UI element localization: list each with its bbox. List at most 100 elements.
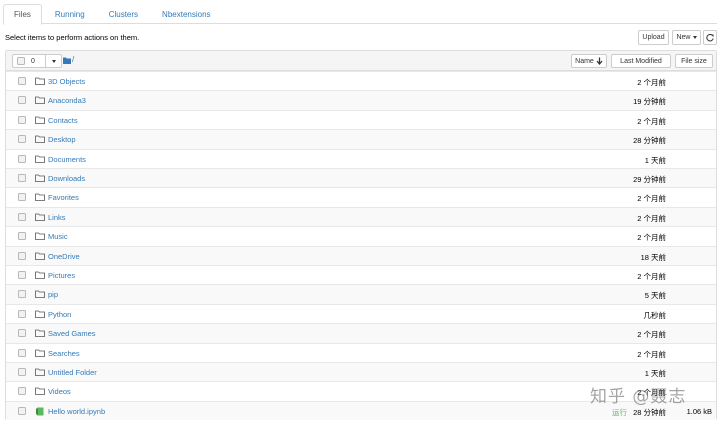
row-checkbox[interactable] <box>18 232 26 241</box>
last-modified: 5 天前 <box>644 291 666 301</box>
breadcrumb-path[interactable]: / <box>72 55 74 64</box>
tab-clusters[interactable]: Clusters <box>98 4 149 24</box>
row-checkbox[interactable] <box>18 406 26 415</box>
row-checkbox[interactable] <box>18 387 26 396</box>
item-name-link[interactable]: Untitled Folder <box>48 368 97 377</box>
new-button[interactable]: New <box>672 30 701 45</box>
folder-icon <box>35 96 45 105</box>
folder-icon <box>35 271 45 279</box>
folder-row[interactable]: Pictures 2 个月前 <box>6 265 716 284</box>
tab-nbextensions[interactable]: Nbextensions <box>151 4 221 24</box>
item-name-link[interactable]: Documents <box>48 155 86 164</box>
folder-row[interactable]: Desktop 28 分钟前 <box>6 129 716 149</box>
folder-row[interactable]: Links 2 个月前 <box>6 206 716 227</box>
item-name-link[interactable]: Links <box>48 213 66 222</box>
row-checkbox[interactable] <box>18 77 26 85</box>
folder-icon <box>35 252 45 260</box>
sort-file-size-button[interactable]: File size <box>675 54 713 68</box>
folder-row[interactable]: 3D Objects 2 个月前 <box>6 71 716 90</box>
folder-row[interactable]: Documents 1 天前 <box>6 148 716 168</box>
folder-row[interactable]: Untitled Folder 1 天前 <box>6 362 716 382</box>
row-checkbox[interactable] <box>18 290 26 299</box>
item-name-link[interactable]: Pictures <box>48 271 75 280</box>
sort-last-modified-button[interactable]: Last Modified <box>611 54 671 68</box>
row-checkbox[interactable] <box>18 174 26 182</box>
row-checkbox[interactable] <box>18 96 26 105</box>
file-size-label: File size <box>681 57 707 65</box>
folder-icon <box>35 368 45 376</box>
item-name-link[interactable]: Desktop <box>48 135 76 144</box>
last-modified: 29 分钟前 <box>633 175 666 184</box>
item-name-link[interactable]: Music <box>48 232 68 241</box>
folder-icon[interactable] <box>63 57 71 64</box>
folder-icon <box>35 174 45 182</box>
folder-row[interactable]: OneDrive 18 天前 <box>6 245 716 265</box>
row-checkbox[interactable] <box>18 368 26 376</box>
sort-name-button[interactable]: Name <box>571 54 607 68</box>
tab-files[interactable]: Files <box>3 4 42 25</box>
item-name-link[interactable]: 3D Objects <box>48 77 85 86</box>
folder-icon <box>35 329 45 338</box>
item-name-link[interactable]: Downloads <box>48 174 85 183</box>
item-name-link[interactable]: Videos <box>48 387 71 396</box>
select-all-checkbox[interactable] <box>17 57 25 65</box>
item-name-link[interactable]: Python <box>48 310 71 319</box>
folder-icon <box>35 116 45 124</box>
sort-name-label: Name <box>575 57 594 65</box>
row-checkbox[interactable] <box>18 154 26 163</box>
folder-row[interactable]: Anaconda3 19 分钟前 <box>6 90 716 110</box>
last-modified: 2 个月前 <box>637 116 666 126</box>
refresh-button[interactable] <box>703 30 717 45</box>
file-size: 1.06 kB <box>686 406 712 416</box>
item-name-link[interactable]: pip <box>48 290 58 299</box>
refresh-icon <box>706 33 714 41</box>
folder-icon <box>35 77 45 85</box>
last-modified: 28 分钟前 <box>633 136 666 146</box>
last-modified: 2 个月前 <box>637 78 666 87</box>
item-name-link[interactable]: Saved Games <box>48 329 96 338</box>
item-name-link[interactable]: Hello world.ipynb <box>48 407 105 416</box>
last-modified: 28 分钟前 <box>633 407 666 417</box>
folder-row[interactable]: Searches 2 个月前 <box>6 342 716 362</box>
row-checkbox[interactable] <box>18 329 26 338</box>
folder-row[interactable]: pip 5 天前 <box>6 284 716 304</box>
last-modified: 18 天前 <box>640 252 666 262</box>
last-modified: 2 个月前 <box>637 213 666 223</box>
row-checkbox[interactable] <box>18 212 26 221</box>
item-name-link[interactable]: Favorites <box>48 193 79 202</box>
item-name-link[interactable]: OneDrive <box>48 252 80 261</box>
item-name-link[interactable]: Contacts <box>48 116 78 125</box>
row-checkbox[interactable] <box>18 193 26 202</box>
folder-row[interactable]: Python 几秒前 <box>6 303 716 323</box>
folder-icon <box>35 310 45 318</box>
folder-row[interactable]: Saved Games 2 个月前 <box>6 323 716 343</box>
watermark: 知乎 @聂志 <box>590 387 687 407</box>
row-checkbox[interactable] <box>18 135 26 144</box>
row-checkbox[interactable] <box>18 115 26 124</box>
folder-row[interactable]: Music 2 个月前 <box>6 226 716 245</box>
row-checkbox[interactable] <box>18 251 26 260</box>
item-name-link[interactable]: Anaconda3 <box>48 96 86 105</box>
select-hint: Select items to perform actions on them. <box>5 33 140 42</box>
upload-button[interactable]: Upload <box>638 30 669 45</box>
last-modified: 19 分钟前 <box>633 97 666 107</box>
chevron-down-icon[interactable] <box>52 60 56 63</box>
row-checkbox[interactable] <box>18 348 26 357</box>
list-header: 0 / Name Last Modified File size <box>6 51 716 71</box>
item-name-link[interactable]: Searches <box>48 349 80 358</box>
folder-row[interactable]: Favorites 2 个月前 <box>6 187 716 206</box>
tab-bar: Files Running Clusters Nbextensions <box>3 4 717 25</box>
row-checkbox[interactable] <box>18 309 26 318</box>
select-all-dropdown[interactable]: 0 <box>12 54 62 68</box>
last-modified: 2 个月前 <box>637 233 666 243</box>
row-checkbox[interactable] <box>18 271 26 279</box>
folder-row[interactable]: Downloads 29 分钟前 <box>6 168 716 188</box>
last-modified: 2 个月前 <box>637 194 666 204</box>
running-status: 运行 <box>612 407 627 417</box>
folder-row[interactable]: Contacts 2 个月前 <box>6 109 716 129</box>
folder-icon <box>35 232 45 241</box>
last-modified: 2 个月前 <box>637 330 666 340</box>
tab-running[interactable]: Running <box>44 4 96 24</box>
folder-icon <box>35 213 45 221</box>
last-modified: 1 天前 <box>644 155 666 165</box>
